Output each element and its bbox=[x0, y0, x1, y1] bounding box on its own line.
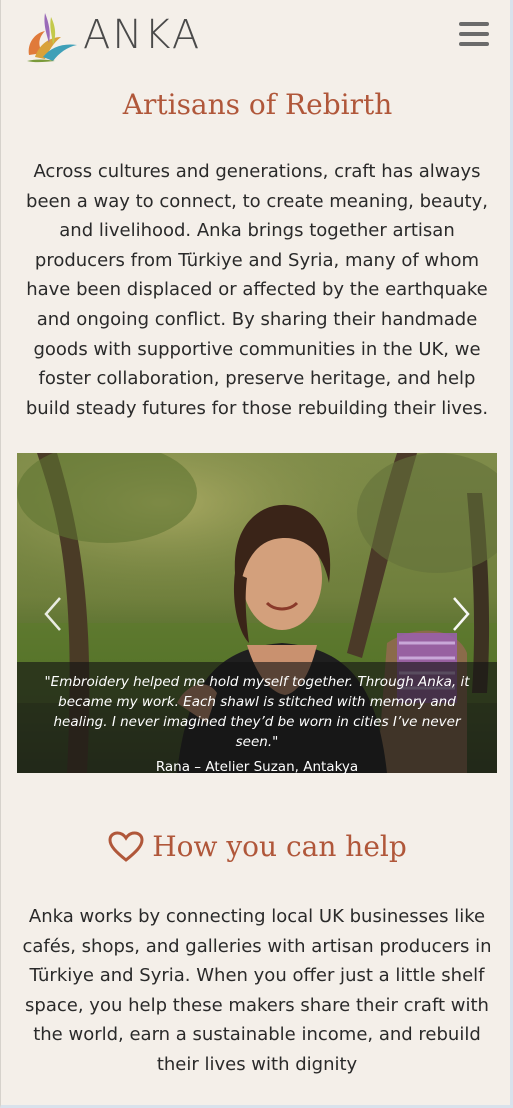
logo[interactable]: ANKA bbox=[21, 6, 221, 64]
chevron-left-icon bbox=[44, 597, 61, 631]
heart-outline-icon bbox=[108, 830, 144, 862]
testimonial-caption: "Embroidery helped me hold myself togeth… bbox=[17, 662, 497, 775]
chevron-right-icon bbox=[453, 597, 470, 631]
page: ANKA Artisans of Rebirth Across cultures… bbox=[0, 0, 513, 1108]
help-title: How you can help bbox=[152, 830, 407, 863]
logo-text: ANKA bbox=[83, 12, 202, 58]
intro-paragraph: Across cultures and generations, craft h… bbox=[25, 161, 489, 419]
help-paragraph: Anka works by connecting local UK busine… bbox=[22, 906, 492, 1075]
carousel-prev-button[interactable] bbox=[38, 594, 68, 634]
page-title: Artisans of Rebirth bbox=[122, 88, 393, 121]
testimonial-attribution: Rana – Atelier Suzan, Antakya bbox=[155, 759, 359, 775]
carousel-next-button[interactable] bbox=[446, 594, 476, 634]
testimonial-quote: "Embroidery helped me hold myself togeth… bbox=[44, 674, 470, 750]
hamburger-menu-icon[interactable] bbox=[459, 22, 489, 48]
site-header: ANKA bbox=[1, 0, 513, 70]
anka-bird-logo-icon bbox=[27, 13, 77, 63]
help-heading: How you can help bbox=[1, 830, 513, 863]
